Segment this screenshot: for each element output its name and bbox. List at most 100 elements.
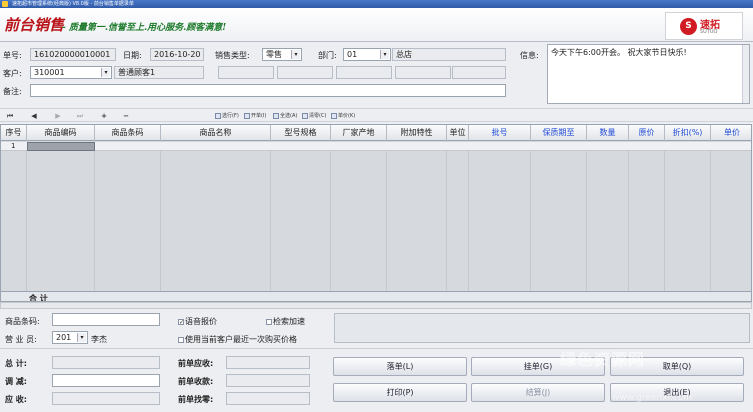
col-spec[interactable]: 型号规格: [271, 125, 331, 141]
grid-column-line: [95, 141, 161, 291]
remark-input[interactable]: [30, 84, 506, 97]
col-qty[interactable]: 数量: [587, 125, 629, 141]
next-record-button[interactable]: ▶: [52, 111, 64, 121]
info-box: 今天下午6:00开会。 祝大家节日快乐!: [547, 44, 750, 104]
last-price-checkbox[interactable]: 使用当前客户最近一次购买价格: [178, 334, 297, 345]
grid-column-line: [587, 141, 629, 291]
select-row-label: 选行(F): [222, 113, 239, 119]
customer-select[interactable]: 310001 ▾: [30, 66, 112, 79]
chevron-down-icon[interactable]: ▾: [291, 50, 300, 59]
active-cell[interactable]: [27, 142, 95, 151]
customer-name-field: 普通顾客1: [114, 66, 204, 79]
prev-record-button[interactable]: ◀: [28, 111, 40, 121]
last-record-button[interactable]: ⏭: [74, 111, 86, 121]
watermark-url: www.greenxf.com: [612, 393, 693, 403]
receivable-field: [52, 392, 160, 405]
col-maker[interactable]: 厂家产地: [331, 125, 387, 141]
grid-horizontal-scrollbar[interactable]: [0, 302, 752, 309]
grid-column-line: [665, 141, 711, 291]
prev-change-field: [226, 392, 310, 405]
discount-input[interactable]: [52, 374, 160, 387]
extra-field-2: [277, 66, 333, 79]
open-icon: [244, 112, 250, 119]
brand-logo: S 速拓 SUTUO: [665, 12, 743, 40]
salesman-name: 李杰: [91, 335, 107, 344]
select-all-label: 全选(A): [280, 113, 298, 119]
search-accel-checkbox[interactable]: 检索加速: [266, 316, 305, 327]
table-row[interactable]: 1: [1, 142, 751, 151]
select-all-button[interactable]: 全选(A): [273, 111, 297, 121]
extra-field-1: [218, 66, 274, 79]
barcode-label: 商品条码:: [5, 317, 40, 326]
col-item-name[interactable]: 商品名称: [161, 125, 271, 141]
open-order-label: 开单(I): [251, 113, 267, 119]
col-barcode[interactable]: 商品条码: [95, 125, 161, 141]
message-panel: [334, 313, 750, 343]
add-row-button[interactable]: +: [98, 111, 110, 121]
prev-due-label: 前单应收:: [178, 359, 214, 368]
price-icon: [331, 112, 337, 119]
voice-price-checkbox[interactable]: ✓语音报价: [178, 316, 217, 327]
grid-column-line: [27, 141, 95, 291]
remark-label: 备注:: [3, 87, 22, 96]
salesman-select[interactable]: 201 ▾: [52, 331, 88, 344]
prev-due-field: [226, 356, 310, 369]
info-scrollbar[interactable]: [742, 45, 749, 103]
total-field: [52, 356, 160, 369]
save-order-button[interactable]: 落单(L): [333, 357, 467, 376]
brand-icon: S: [680, 18, 697, 35]
row-index: 1: [11, 142, 16, 150]
sales-grid[interactable]: 序号 商品编码 商品条码 商品名称 型号规格 厂家产地 附加特性 单位 批号 保…: [0, 124, 752, 302]
dept-select[interactable]: 01 ▾: [343, 48, 391, 61]
grid-column-line: [331, 141, 387, 291]
window-title: 速拓超市管理系统(经典版) V8.0版 - 前台销售单据录单: [12, 1, 134, 7]
date-label: 日期:: [123, 51, 142, 60]
col-orig-price[interactable]: 原价: [629, 125, 665, 141]
chevron-down-icon[interactable]: ▾: [101, 68, 110, 77]
col-batch[interactable]: 批号: [469, 125, 531, 141]
col-price[interactable]: 单价: [711, 125, 751, 141]
grid-column-line: [1, 141, 27, 291]
clear-icon: [302, 112, 308, 119]
grid-toolbar: ⏮ ◀ ▶ ⏭ + − 选行(F) 开单(I) 全选(A) 清零(C) 单价(K…: [0, 108, 753, 122]
grid-column-line: [447, 141, 469, 291]
date-field[interactable]: 2016-10-20: [150, 48, 204, 61]
customer-code: 310001: [34, 68, 65, 77]
open-order-button[interactable]: 开单(I): [244, 111, 266, 121]
price-button[interactable]: 单价(K): [331, 111, 355, 121]
select-row-button[interactable]: 选行(F): [215, 111, 239, 121]
discount-label: 调 减:: [5, 377, 27, 386]
doc-no-field: 161020000010001: [30, 48, 116, 61]
delete-row-button[interactable]: −: [120, 111, 132, 121]
col-attribute[interactable]: 附加特性: [387, 125, 447, 141]
clear-button[interactable]: 清零(C): [302, 111, 326, 121]
prev-received-field: [226, 374, 310, 387]
extra-field-3: [336, 66, 392, 79]
receivable-label: 应 收:: [5, 395, 27, 404]
last-price-label: 使用当前客户最近一次购买价格: [185, 335, 297, 344]
grid-column-line: [531, 141, 587, 291]
extra-field-5: [452, 66, 506, 79]
select-icon: [215, 112, 221, 119]
col-index[interactable]: 序号: [1, 125, 27, 141]
checkbox-icon: [178, 336, 184, 343]
barcode-input[interactable]: [52, 313, 160, 326]
col-item-code[interactable]: 商品编码: [27, 125, 95, 141]
chevron-down-icon[interactable]: ▾: [77, 333, 86, 342]
col-discount[interactable]: 折扣(%): [665, 125, 711, 141]
col-expiry[interactable]: 保质期至: [531, 125, 587, 141]
chevron-down-icon[interactable]: ▾: [380, 50, 389, 59]
print-button[interactable]: 打印(P): [333, 383, 467, 402]
brand-sub: SUTUO: [700, 29, 718, 35]
doc-no-label: 单号:: [3, 51, 22, 60]
checkout-button[interactable]: 结算(J): [471, 383, 605, 402]
salesman-code: 201: [56, 333, 72, 342]
grid-column-line: [161, 141, 271, 291]
sale-type-select[interactable]: 零售 ▾: [262, 48, 302, 61]
info-label: 信息:: [520, 51, 539, 60]
col-unit[interactable]: 单位: [447, 125, 469, 141]
price-label: 单价(K): [338, 113, 356, 119]
first-record-button[interactable]: ⏮: [4, 111, 16, 121]
checkbox-icon: ✓: [178, 318, 185, 326]
dept-code: 01: [347, 50, 358, 59]
